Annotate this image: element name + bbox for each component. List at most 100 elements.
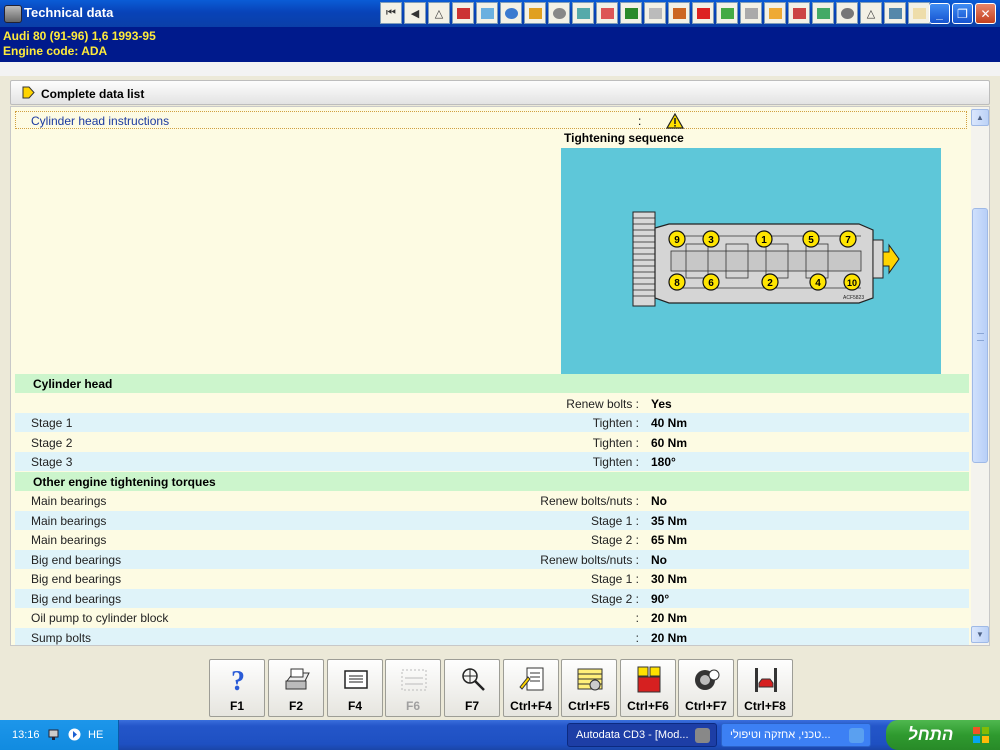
ctrl-f5-table-button[interactable]: Ctrl+F5 [561,659,617,717]
data-row: Big end bearings Stage 1 : 30 Nm [15,569,969,588]
cooling-icon[interactable]: △ [860,2,882,24]
row-value: 20 Nm [651,630,688,645]
f6-text-search-button[interactable]: F6 [385,659,441,717]
instructions-link[interactable]: Cylinder head instructions [31,114,169,128]
warning-icon[interactable] [666,113,684,129]
f4-screen-button[interactable]: F4 [327,659,383,717]
engine-code: Engine code: ADA [3,44,108,58]
scroll-thumb[interactable] [972,208,988,463]
wiring-icon[interactable] [716,2,738,24]
timing-icon[interactable] [644,2,666,24]
language-indicator[interactable]: HE [88,729,103,741]
fuses-icon[interactable] [596,2,618,24]
row-value: 65 Nm [651,533,688,547]
engine-map-icon[interactable] [476,2,498,24]
arrow-right-icon [22,86,35,99]
group-header-row: Cylinder head [15,374,969,393]
data-row: Stage 3 Tighten : 180° [15,452,969,471]
function-key-bar: ? F1 F2 F4 F6 F7 Ctrl+F4 Ctrl+F5 Ctrl+F6… [0,655,1000,718]
clock: 13:16 [12,729,40,741]
taskbar-item-autodata[interactable]: Autodata CD3 - [Mod... [567,723,717,747]
diagnostic-icon[interactable] [692,2,714,24]
f2-print-button[interactable]: F2 [268,659,324,717]
network-icon[interactable] [48,728,61,741]
airbag-icon[interactable] [764,2,786,24]
ctrl-f8-lift-button[interactable]: Ctrl+F8 [737,659,793,717]
maximize-button[interactable]: ❐ [952,3,973,24]
window-title: Technical data [24,5,114,20]
warning-triangle-icon[interactable]: △ [428,2,450,24]
service-icon[interactable] [620,2,642,24]
data-row: Stage 2 Tighten : 60 Nm [15,432,969,452]
row-key: Tighten : [592,416,639,430]
bolt-label: 2 [767,278,773,289]
climate-icon[interactable] [812,2,834,24]
complete-data-list-header[interactable]: Complete data list [10,80,990,105]
repair-times-icon[interactable] [668,2,690,24]
previous-record-icon[interactable]: ◀ [404,2,426,24]
data-row: Renew bolts : Yes [15,393,969,413]
minimize-button[interactable]: _ [929,3,950,24]
ctrl-f6-calculator-button[interactable]: Ctrl+F6 [620,659,676,717]
f7-zoom-button[interactable]: F7 [444,659,500,717]
zoom-icon [462,668,485,691]
vertical-scrollbar[interactable]: ▲ ▼ [971,107,989,645]
row-value: 35 Nm [651,513,688,528]
battery-icon[interactable] [572,2,594,24]
book-icon[interactable] [452,2,474,24]
f1-help-button[interactable]: ? F1 [209,659,265,717]
vehicle-model: Audi 80 (91-96) 1,6 1993-95 [3,29,156,43]
bolt-label: 6 [708,278,714,289]
app-icon[interactable] [4,5,22,23]
wheel-icon [695,669,720,690]
group-title: Other engine tightening torques [33,474,216,489]
close-button[interactable]: ✕ [975,3,996,24]
row-key: Stage 2 : [590,591,639,606]
title-bar: Technical data ⏮ ◀ △ △ _ ❐ ✕ [0,0,1000,27]
cylinder-head-instructions-row[interactable]: Cylinder head instructions : [15,111,967,129]
keys-icon[interactable] [788,2,810,24]
printer-icon [285,668,310,690]
row-value: 20 Nm [651,611,688,625]
separator [0,62,1000,76]
row-label: Stage 1 [31,416,73,430]
row-value: 30 Nm [651,572,688,586]
gear-icon[interactable] [500,2,522,24]
data-row: Main bearings Stage 2 : 65 Nm [15,530,969,549]
wheel-alignment-icon[interactable] [548,2,570,24]
bolt-label: 7 [845,235,851,246]
arrow-tray-icon[interactable] [68,728,81,741]
row-key: Renew bolts/nuts : [540,494,639,508]
row-value: 90° [651,591,670,606]
row-key: Stage 1 : [590,572,639,586]
row-value: 40 Nm [651,416,688,430]
ctrl-f4-notes-button[interactable]: Ctrl+F4 [503,659,559,717]
taskbar: 13:16 HE Autodata CD3 - [Mod... טכני, אח… [0,720,1000,750]
notes-icon[interactable] [908,2,930,24]
car-icon[interactable] [884,2,906,24]
row-label: Oil pump to cylinder block [31,611,169,625]
scroll-up-button[interactable]: ▲ [971,109,989,126]
group-title: Cylinder head [33,377,113,391]
diagram-code: ACF5823 [843,295,864,301]
row-value: No [651,494,667,508]
row-label: Stage 2 [31,435,73,450]
scroll-down-button[interactable]: ▼ [971,626,989,643]
calculator-icon [637,666,661,693]
lift-icon [755,668,777,692]
tools-icon[interactable] [740,2,762,24]
start-button[interactable]: התחל [886,720,1000,750]
taskbar-item-browser[interactable]: טכני, אחזקה וטיפולי... [721,723,871,747]
abs-icon[interactable] [836,2,858,24]
table-icon [577,668,603,691]
scroll-grip-icon [977,333,984,341]
row-value: 60 Nm [651,435,688,450]
row-value: No [651,552,667,567]
ctrl-f7-wheel-button[interactable]: Ctrl+F7 [678,659,734,717]
row-label: Big end bearings [31,591,122,606]
wrench-icon[interactable] [524,2,546,24]
first-record-icon[interactable]: ⏮ [380,2,402,24]
data-row: Stage 1 Tighten : 40 Nm [15,413,969,432]
row-label: Big end bearings [31,572,122,586]
row-label: Big end bearings [31,552,122,567]
